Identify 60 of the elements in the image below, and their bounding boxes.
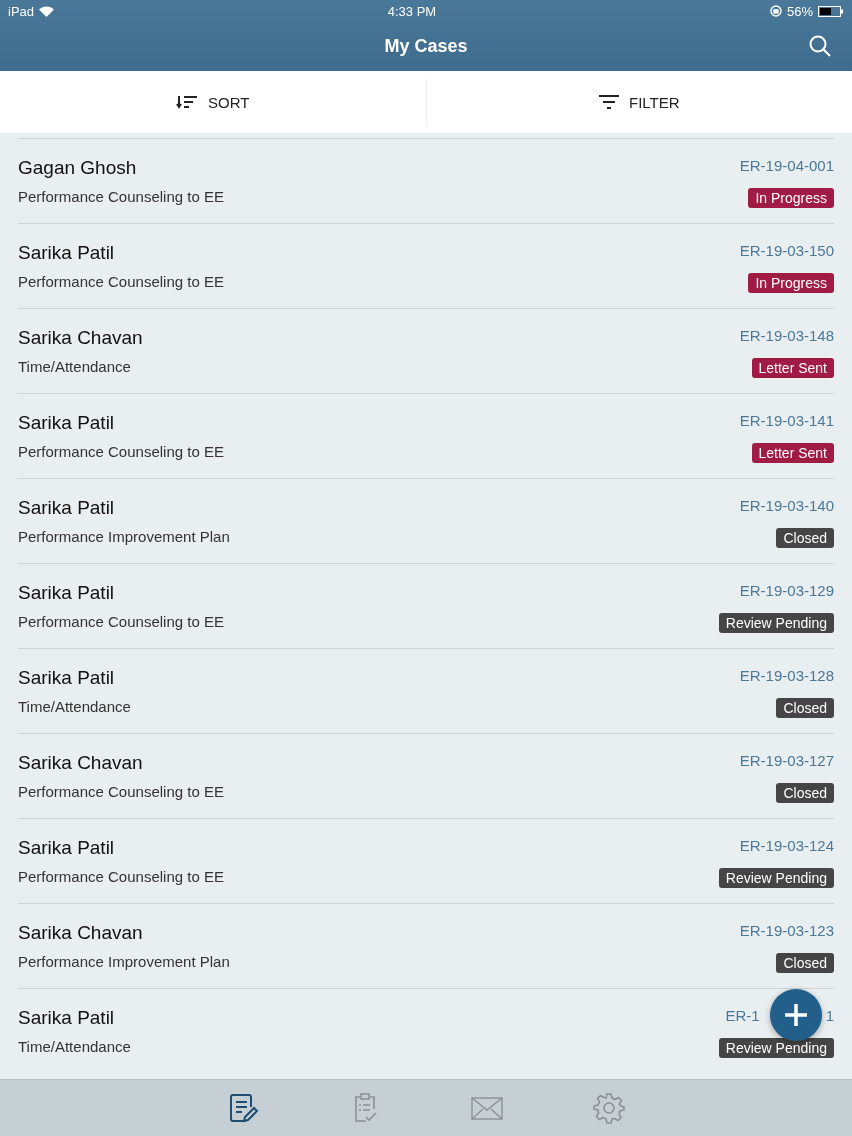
add-button[interactable]: [770, 989, 822, 1041]
case-number: ER-19-03-129: [739, 582, 834, 601]
screen-title: My Cases: [384, 36, 468, 57]
case-type: Time/Attendance: [18, 358, 132, 377]
employee-name: Sarika Patil: [18, 1007, 116, 1029]
employee-name: Sarika Patil: [18, 582, 116, 604]
employee-name: Sarika Chavan: [18, 327, 144, 349]
employee-name: Sarika Patil: [18, 497, 116, 519]
case-type: Performance Counseling to EE: [18, 443, 225, 462]
battery-percent: 56%: [786, 3, 813, 19]
status-tag: Letter Sent: [751, 443, 834, 463]
status-tag: Closed: [776, 698, 834, 718]
case-type: Performance Improvement Plan: [18, 953, 231, 972]
employee-name: Sarika Patil: [18, 412, 116, 434]
case-number: ER-19-04-001: [739, 157, 834, 176]
case-type: Time/Attendance: [18, 1038, 132, 1057]
sort-icon: [176, 95, 199, 109]
case-number: ER-1: [725, 1007, 760, 1026]
case-type: Performance Counseling to EE: [18, 273, 225, 292]
case-type: Time/Attendance: [18, 698, 132, 717]
wifi-icon: [39, 5, 55, 17]
plus-icon: [783, 1002, 809, 1028]
sort-button[interactable]: SORT: [0, 71, 426, 133]
case-type: Performance Counseling to EE: [18, 613, 225, 632]
case-number: ER-19-03-124: [739, 837, 834, 856]
status-tag: In Progress: [748, 273, 834, 293]
battery-icon: [818, 5, 844, 17]
search-button[interactable]: [808, 34, 832, 58]
rotation-lock-icon: [769, 5, 782, 17]
employee-name: Gagan Ghosh: [18, 157, 138, 179]
employee-name: Sarika Chavan: [18, 922, 144, 944]
status-tag: In Progress: [748, 188, 834, 208]
case-type: Performance Counseling to EE: [18, 188, 225, 207]
case-number: ER-19-03-123: [739, 922, 834, 941]
filter-icon: [598, 95, 619, 109]
employee-name: Sarika Chavan: [18, 752, 144, 774]
status-tag: Letter Sent: [751, 358, 834, 378]
status-tag: Closed: [776, 783, 834, 803]
case-number: ER-19-03-150: [739, 242, 834, 261]
employee-name: Sarika Patil: [18, 837, 116, 859]
case-number: ER-19-03-127: [739, 752, 834, 771]
employee-name: Sarika Patil: [18, 242, 116, 264]
case-number: ER-19-03-141: [739, 412, 834, 431]
case-number: 1: [825, 1007, 834, 1026]
status-tag: Closed: [776, 528, 834, 548]
case-number: ER-19-03-148: [739, 327, 834, 346]
case-type: Performance Improvement Plan: [18, 528, 231, 547]
status-tag: Review Pending: [718, 868, 834, 888]
case-number: ER-19-03-128: [739, 667, 834, 686]
settings-icon: [592, 1091, 626, 1125]
case-number: ER-19-03-140: [739, 497, 834, 516]
case-type: Performance Counseling to EE: [18, 783, 225, 802]
status-tag: Closed: [776, 953, 834, 973]
filter-button[interactable]: FILTER: [426, 71, 852, 133]
clock-time: 4:33 PM: [387, 3, 437, 19]
employee-name: Sarika Patil: [18, 667, 116, 689]
device-name: iPad: [8, 3, 35, 19]
status-tag: Review Pending: [718, 1038, 834, 1058]
status-tag: Review Pending: [718, 613, 834, 633]
case-type: Performance Counseling to EE: [18, 868, 225, 887]
